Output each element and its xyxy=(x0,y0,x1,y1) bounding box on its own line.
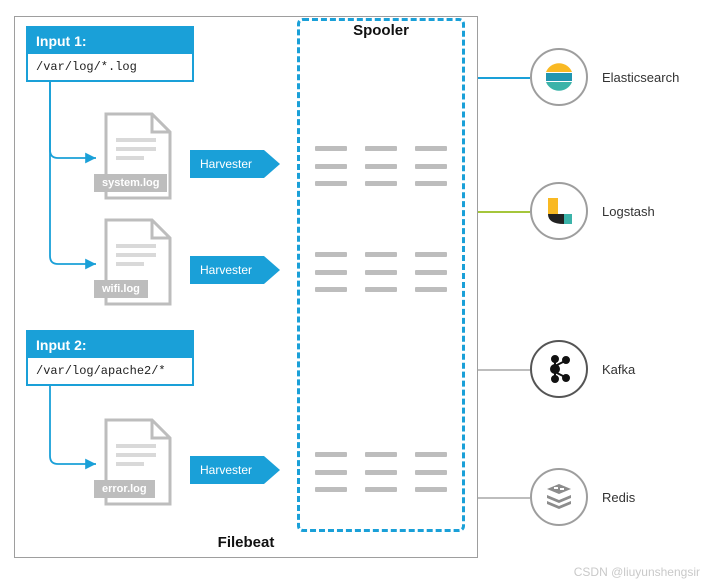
logfile-system: system.log xyxy=(98,112,176,202)
input-title-1: Input 1: xyxy=(28,28,192,54)
output-kafka xyxy=(530,340,588,398)
spooler-label: Spooler xyxy=(297,22,465,39)
connector-logstash xyxy=(478,211,530,213)
spool-data-2 xyxy=(315,252,447,292)
elasticsearch-icon xyxy=(542,60,576,94)
input-block-1: Input 1: /var/log/*.log xyxy=(26,26,194,82)
output-label-kafka: Kafka xyxy=(602,362,635,377)
output-label-elasticsearch: Elasticsearch xyxy=(602,70,679,85)
connector-kafka xyxy=(478,369,530,371)
logfile-tag: wifi.log xyxy=(94,280,148,298)
harvester-arrow-1: Harvester xyxy=(190,150,264,178)
input-block-2: Input 2: /var/log/apache2/* xyxy=(26,330,194,386)
kafka-icon xyxy=(542,352,576,386)
output-label-redis: Redis xyxy=(602,490,635,505)
output-logstash xyxy=(530,182,588,240)
input-path-2: /var/log/apache2/* xyxy=(28,358,192,384)
logfile-wifi: wifi.log xyxy=(98,218,176,308)
redis-icon xyxy=(541,479,577,515)
diagram-canvas: Filebeat Spooler Input 1: /var/log/*.log… xyxy=(0,0,720,583)
filebeat-label: Filebeat xyxy=(15,534,477,551)
output-redis xyxy=(530,468,588,526)
harvester-arrow-2: Harvester xyxy=(190,256,264,284)
watermark: CSDN @liuyunshengsir xyxy=(574,565,700,579)
output-label-logstash: Logstash xyxy=(602,204,655,219)
spool-data-1 xyxy=(315,146,447,186)
harvester-arrow-3: Harvester xyxy=(190,456,264,484)
spool-data-3 xyxy=(315,452,447,492)
connector-elasticsearch xyxy=(478,77,530,79)
logfile-tag: system.log xyxy=(94,174,167,192)
connector-redis xyxy=(478,497,530,499)
logstash-icon xyxy=(542,194,576,228)
logfile-tag: error.log xyxy=(94,480,155,498)
logfile-error: error.log xyxy=(98,418,176,508)
input-path-1: /var/log/*.log xyxy=(28,54,192,80)
input-title-2: Input 2: xyxy=(28,332,192,358)
output-elasticsearch xyxy=(530,48,588,106)
